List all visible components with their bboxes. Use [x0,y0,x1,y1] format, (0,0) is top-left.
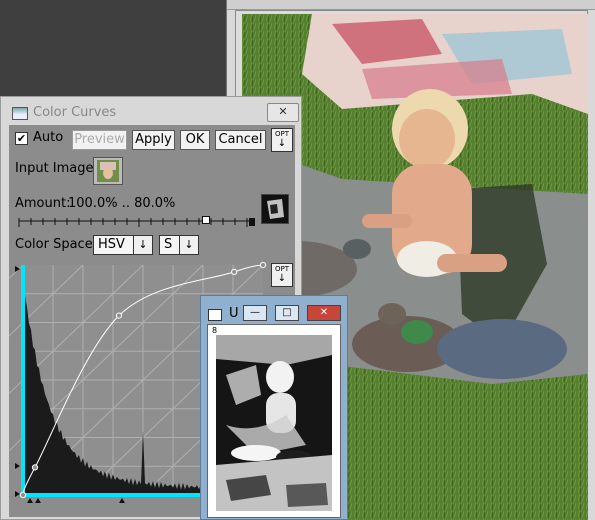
zoom-label: 8 [212,326,218,335]
chevron-down-icon: ↓ [179,236,198,254]
ok-button[interactable]: OK [180,130,210,150]
close-button[interactable]: ✕ [307,305,341,321]
maximize-icon: □ [282,307,292,318]
channel-select[interactable]: S ↓ [159,235,199,255]
app-icon [208,309,222,321]
check-icon: ✔ [16,132,27,145]
u-window-client[interactable]: 8 [207,324,341,518]
app-icon [12,107,28,120]
curve-control-point[interactable] [231,268,238,275]
channel-value: S [164,237,173,252]
input-image-thumbnail[interactable] [93,157,123,185]
arrow-down-icon: ↓ [277,138,287,149]
opt-label: OPT [274,265,289,273]
amount-slider[interactable] [17,213,257,231]
u-window-title: U [229,306,239,321]
window-title: Color Curves [33,105,117,120]
auto-checkbox[interactable]: ✔ [15,132,28,145]
color-space-value: HSV [98,237,125,252]
curve-control-point[interactable] [19,491,27,499]
preview-button[interactable]: Preview [72,130,127,150]
curve-control-point[interactable] [259,261,267,269]
photo-window-top-edge [227,0,595,10]
options-button-top[interactable]: OPT ↓ [271,128,293,152]
cancel-button[interactable]: Cancel [215,130,266,150]
auto-label: Auto [33,130,64,145]
maximize-button[interactable]: □ [275,305,299,321]
input-image-label: Input Image: [15,161,98,176]
minimize-icon: — [250,307,260,318]
minimize-button[interactable]: — [243,305,267,321]
u-window[interactable]: U — □ ✕ 8 [200,295,348,520]
curve-control-point[interactable] [31,464,39,471]
saturation-preview [216,335,332,511]
color-space-label: Color Space: [15,237,98,252]
opt-label: OPT [274,130,289,138]
amount-slider-thumb-low[interactable] [202,216,210,224]
chevron-down-icon: ↓ [133,236,152,254]
close-button[interactable]: ✕ [267,103,299,122]
color-space-select[interactable]: HSV ↓ [93,235,153,255]
options-button-curve[interactable]: OPT ↓ [271,263,293,287]
color-curves-titlebar[interactable]: Color Curves ✕ [1,97,301,125]
amount-label: Amount: [15,196,71,211]
apply-button[interactable]: Apply [132,130,175,150]
amount-value: 100.0% .. 80.0% [68,196,176,211]
amount-slider-thumb-high[interactable] [249,218,255,226]
close-icon: ✕ [319,307,329,318]
curve-control-point[interactable] [115,312,123,319]
amount-preview-swatch[interactable] [261,194,289,224]
arrow-down-icon: ↓ [277,273,287,284]
close-icon: ✕ [278,105,288,118]
